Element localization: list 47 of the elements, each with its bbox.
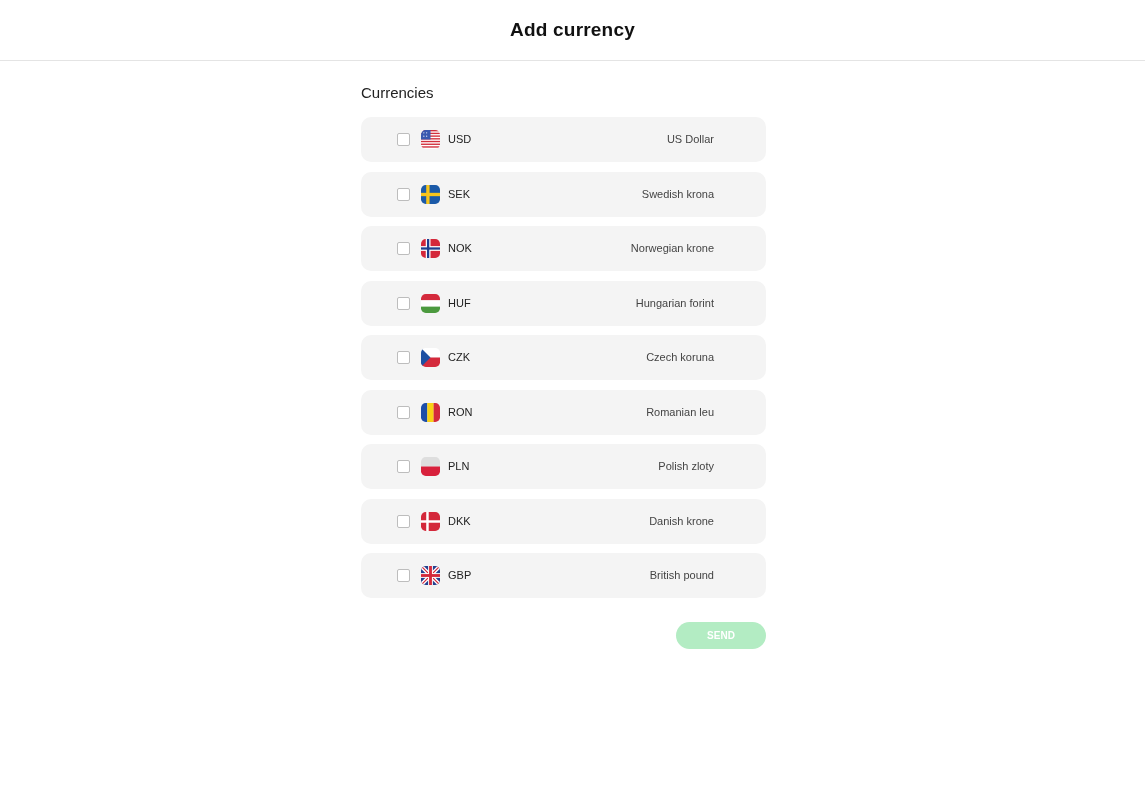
currency-row[interactable]: GBP British pound [361, 553, 766, 598]
uk-flag-icon [421, 566, 440, 585]
currency-name: Norwegian krone [630, 241, 714, 257]
currency-name: British pound [649, 568, 714, 584]
usa-flag-icon [421, 130, 440, 149]
currency-row[interactable]: USD US Dollar [361, 117, 766, 162]
page-title: Add currency [510, 18, 635, 42]
currency-name: Swedish krona [641, 186, 714, 202]
currency-code: RON [448, 404, 473, 420]
currency-row[interactable]: DKK Danish krone [361, 498, 766, 544]
currency-row[interactable]: HUF Hungarian forint [361, 280, 766, 326]
currency-code: CZK [448, 350, 470, 366]
romania-flag-icon [421, 402, 440, 422]
poland-flag-icon [421, 457, 440, 476]
currency-code: SEK [448, 186, 470, 202]
currency-code: PLN [448, 459, 470, 475]
currency-name: Polish zloty [658, 459, 714, 475]
checkbox[interactable] [397, 460, 410, 473]
checkbox[interactable] [397, 133, 410, 146]
norway-flag-icon [421, 239, 440, 258]
currency-name: US Dollar [666, 132, 714, 148]
checkbox[interactable] [397, 569, 410, 582]
checkbox[interactable] [397, 351, 410, 364]
denmark-flag-icon [421, 511, 440, 531]
currency-row[interactable]: SEK Swedish krona [361, 171, 766, 217]
sweden-flag-icon [421, 184, 440, 204]
currency-name: Hungarian forint [635, 295, 714, 311]
checkbox[interactable] [397, 187, 410, 201]
currency-name: Czech koruna [646, 350, 714, 366]
checkbox[interactable] [397, 242, 410, 255]
checkbox[interactable] [397, 514, 410, 528]
currency-code: DKK [448, 513, 471, 529]
currency-code: HUF [448, 295, 471, 311]
currency-code: USD [448, 132, 472, 148]
currency-row[interactable]: PLN Polish zloty [361, 444, 766, 489]
checkbox[interactable] [397, 296, 410, 310]
currency-row[interactable]: CZK Czech koruna [361, 335, 766, 380]
currency-code: GBP [448, 568, 472, 584]
currency-name: Danish krone [649, 513, 714, 529]
currency-code: NOK [448, 241, 472, 257]
hungary-flag-icon [421, 293, 440, 313]
section-title: Currencies [361, 83, 435, 103]
czechia-flag-icon [421, 348, 440, 367]
currency-name: Romanian leu [646, 404, 714, 420]
currency-row[interactable]: NOK Norwegian krone [361, 226, 766, 271]
currency-row[interactable]: RON Romanian leu [361, 389, 766, 435]
checkbox[interactable] [397, 405, 410, 419]
